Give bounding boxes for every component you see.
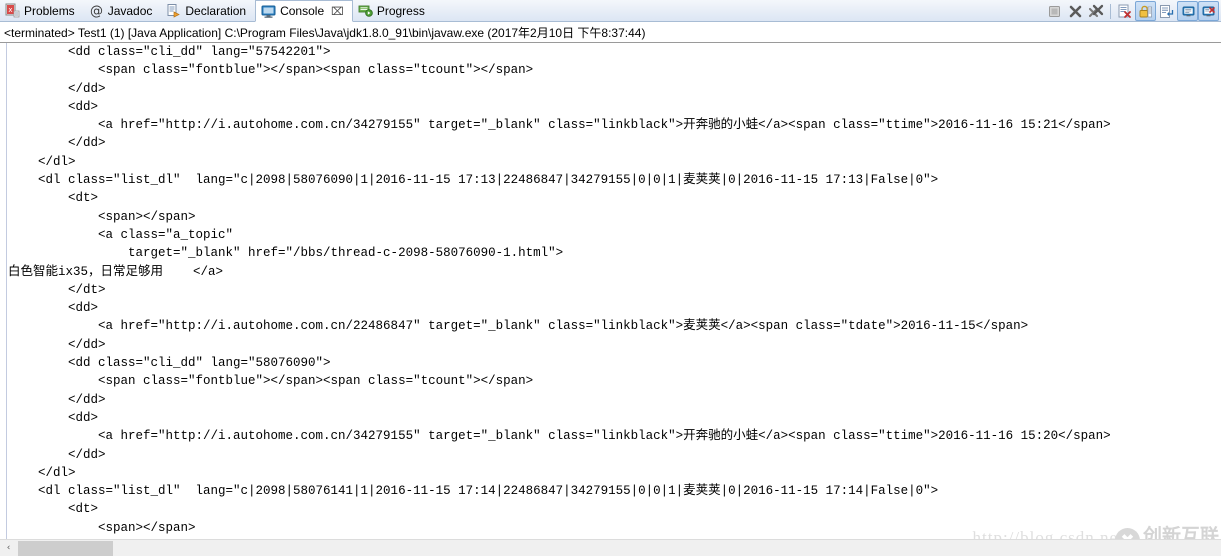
console-left-rail [0, 43, 7, 556]
terminate-button[interactable] [1044, 1, 1065, 21]
horizontal-scrollbar[interactable]: ‹ [0, 539, 1221, 556]
toolbar-separator [1110, 3, 1111, 19]
console-toolbar [1044, 0, 1221, 22]
close-icon[interactable]: ⌧ [331, 5, 344, 18]
tab-label: Declaration [185, 3, 247, 18]
progress-icon [358, 3, 373, 18]
scroll-left-arrow-icon[interactable]: ‹ [0, 540, 17, 556]
show-console-button[interactable] [1177, 1, 1198, 21]
javadoc-icon: @ [89, 3, 104, 18]
tab-label: Javadoc [107, 3, 153, 18]
svg-text:x: x [8, 6, 12, 14]
tab-console[interactable]: Console ⌧ [255, 0, 353, 22]
declaration-icon [166, 3, 181, 18]
tab-problems[interactable]: x Problems [0, 0, 84, 21]
word-wrap-button[interactable] [1156, 1, 1177, 21]
clear-console-button[interactable] [1114, 1, 1135, 21]
tab-label: Problems [24, 3, 75, 18]
console-icon [261, 4, 276, 19]
tab-javadoc[interactable]: @ Javadoc [84, 0, 162, 21]
tab-label: Console [280, 4, 325, 18]
tab-label: Progress [376, 3, 425, 18]
tab-progress[interactable]: Progress [353, 0, 434, 21]
tab-list: x Problems @ Javadoc Declaration Console… [0, 0, 434, 22]
console-output-text: <dd class="cli_dd" lang="57542201"> <spa… [8, 45, 1111, 553]
console-process-header: <terminated> Test1 (1) [Java Application… [0, 22, 1221, 43]
svg-text:@: @ [90, 4, 103, 18]
console-output-area[interactable]: <dd class="cli_dd" lang="57542201"> <spa… [0, 43, 1221, 556]
remove-launch-button[interactable] [1065, 1, 1086, 21]
scrollbar-thumb[interactable] [18, 540, 113, 556]
tab-declaration[interactable]: Declaration [161, 0, 255, 21]
remove-all-terminated-button[interactable] [1086, 1, 1107, 21]
open-console-button[interactable] [1198, 1, 1219, 21]
view-tab-bar: x Problems @ Javadoc Declaration Console… [0, 0, 1221, 22]
problems-icon: x [5, 3, 20, 18]
scroll-lock-button[interactable] [1135, 1, 1156, 21]
